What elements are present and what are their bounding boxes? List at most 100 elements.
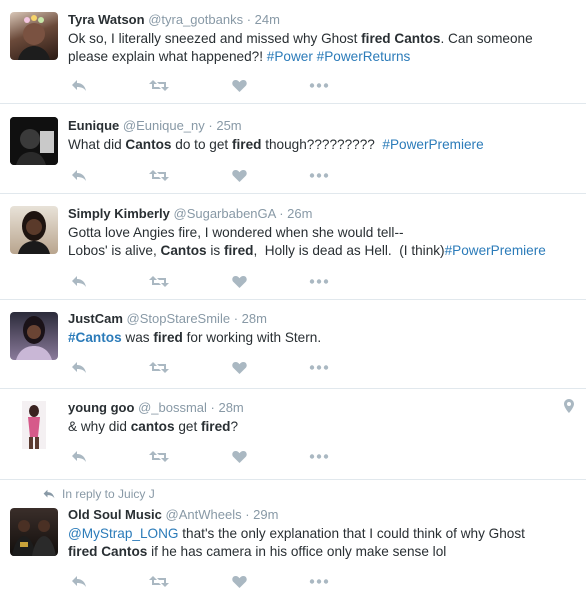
timestamp[interactable]: · 25m (208, 118, 241, 133)
author-handle[interactable]: @SugarbabenGA (174, 206, 276, 221)
hashtag-link[interactable]: #Power #PowerReturns (267, 49, 411, 64)
retweet-icon (149, 450, 169, 462)
hashtag-link[interactable]: #PowerPremiere (445, 243, 546, 258)
tweet-text: Ok so, I literally sneezed and missed wh… (68, 30, 576, 66)
location-pin-icon[interactable] (564, 399, 574, 418)
tweet[interactable]: Tyra Watson @tyra_gotbanks · 24m Ok so, … (0, 0, 586, 104)
text-segment: Gotta love Angies fire, I wondered when … (68, 225, 404, 240)
keyword-highlight: fired (201, 419, 231, 434)
author-handle[interactable]: @tyra_gotbanks (148, 12, 243, 27)
keyword-highlight: fired Cantos (361, 31, 441, 46)
keyword-highlight: fired (231, 137, 262, 152)
text-segment: is (206, 243, 224, 258)
avatar[interactable] (10, 508, 58, 556)
text-segment: Ok so, I literally sneezed and missed wh… (68, 31, 362, 46)
tweet-text: @MyStrap_LONG that's the only explanatio… (68, 525, 576, 561)
like-button[interactable] (228, 76, 250, 94)
heart-icon (231, 169, 247, 182)
retweet-button[interactable] (148, 447, 170, 465)
retweet-button[interactable] (148, 358, 170, 376)
like-button[interactable] (228, 166, 250, 184)
retweet-button[interactable] (148, 76, 170, 94)
text-segment: , Holly is dead as Hell. (I think) (253, 243, 445, 258)
author-name[interactable]: Eunique (68, 118, 119, 133)
author-name[interactable]: Old Soul Music (68, 507, 162, 522)
like-button[interactable] (228, 572, 250, 590)
more-button[interactable] (308, 572, 330, 590)
like-button[interactable] (228, 272, 250, 290)
reply-icon (72, 575, 86, 587)
text-segment: Lobos' is alive, (68, 243, 161, 258)
author-handle[interactable]: @Eunique_ny (123, 118, 205, 133)
timestamp[interactable]: · 28m (211, 400, 244, 415)
keyword-highlight: cantos (130, 419, 175, 434)
more-dots-icon (309, 453, 329, 459)
reply-button[interactable] (68, 358, 90, 376)
author-name[interactable]: Tyra Watson (68, 12, 145, 27)
reply-button[interactable] (68, 272, 90, 290)
reply-button[interactable] (68, 572, 90, 590)
reply-button[interactable] (68, 447, 90, 465)
timestamp[interactable]: · 26m (279, 206, 312, 221)
avatar[interactable] (10, 312, 58, 360)
keyword-highlight: Cantos (160, 243, 207, 258)
more-button[interactable] (308, 358, 330, 376)
keyword-highlight: fired (153, 330, 183, 345)
more-dots-icon (309, 82, 329, 88)
like-button[interactable] (228, 447, 250, 465)
text-segment: ? (230, 419, 239, 434)
tweet[interactable]: young goo @_bossmal · 28m & why did cant… (0, 389, 586, 480)
tweet-header: Tyra Watson @tyra_gotbanks · 24m (68, 12, 280, 27)
retweet-icon (149, 79, 169, 91)
more-button[interactable] (308, 76, 330, 94)
more-button[interactable] (308, 272, 330, 290)
retweet-icon (149, 169, 169, 181)
retweet-icon (149, 575, 169, 587)
more-dots-icon (309, 172, 329, 178)
reply-button[interactable] (68, 166, 90, 184)
avatar[interactable] (10, 206, 58, 254)
in-reply-to-label[interactable]: In reply to Juicy J (62, 487, 155, 501)
hashtag-link[interactable]: #Cantos (68, 330, 122, 345)
author-handle[interactable]: @StopStareSmile (127, 311, 231, 326)
heart-icon (231, 361, 247, 374)
tweet[interactable]: In reply to Juicy J Old Soul Music @AntW… (0, 480, 586, 608)
tweet[interactable]: Eunique @Eunique_ny · 25m What did Canto… (0, 104, 586, 194)
in-reply-to[interactable]: In reply to Juicy J (42, 487, 155, 501)
author-name[interactable]: JustCam (68, 311, 123, 326)
heart-icon (231, 79, 247, 92)
retweet-button[interactable] (148, 272, 170, 290)
hashtag-link[interactable]: #PowerPremiere (382, 137, 483, 152)
retweet-button[interactable] (148, 166, 170, 184)
timestamp[interactable]: · 29m (245, 507, 278, 522)
more-dots-icon (309, 578, 329, 584)
heart-icon (231, 450, 247, 463)
reply-icon (72, 169, 86, 181)
reply-button[interactable] (68, 76, 90, 94)
timestamp[interactable]: · 24m (247, 12, 280, 27)
text-segment: do to get (171, 137, 232, 152)
tweet-header: Eunique @Eunique_ny · 25m (68, 118, 242, 133)
tweet[interactable]: JustCam @StopStareSmile · 28m #Cantos wa… (0, 300, 586, 389)
timestamp[interactable]: · 28m (234, 311, 267, 326)
reply-icon (72, 79, 86, 91)
author-name[interactable]: young goo (68, 400, 134, 415)
avatar[interactable] (10, 12, 58, 60)
more-button[interactable] (308, 447, 330, 465)
tweet-text: What did Cantos do to get fired though??… (68, 136, 576, 154)
retweet-icon (149, 361, 169, 373)
more-button[interactable] (308, 166, 330, 184)
tweet-text: & why did cantos get fired? (68, 418, 576, 436)
author-handle[interactable]: @AntWheels (166, 507, 242, 522)
retweet-button[interactable] (148, 572, 170, 590)
author-handle[interactable]: @_bossmal (138, 400, 207, 415)
author-name[interactable]: Simply Kimberly (68, 206, 170, 221)
tweet-text: Gotta love Angies fire, I wondered when … (68, 224, 576, 260)
tweet[interactable]: Simply Kimberly @SugarbabenGA · 26m Gott… (0, 194, 586, 300)
heart-icon (231, 575, 247, 588)
like-button[interactable] (228, 358, 250, 376)
mention-link[interactable]: @MyStrap_LONG (68, 526, 179, 541)
avatar[interactable] (10, 401, 58, 449)
avatar[interactable] (10, 117, 58, 165)
keyword-highlight: Cantos (125, 137, 172, 152)
